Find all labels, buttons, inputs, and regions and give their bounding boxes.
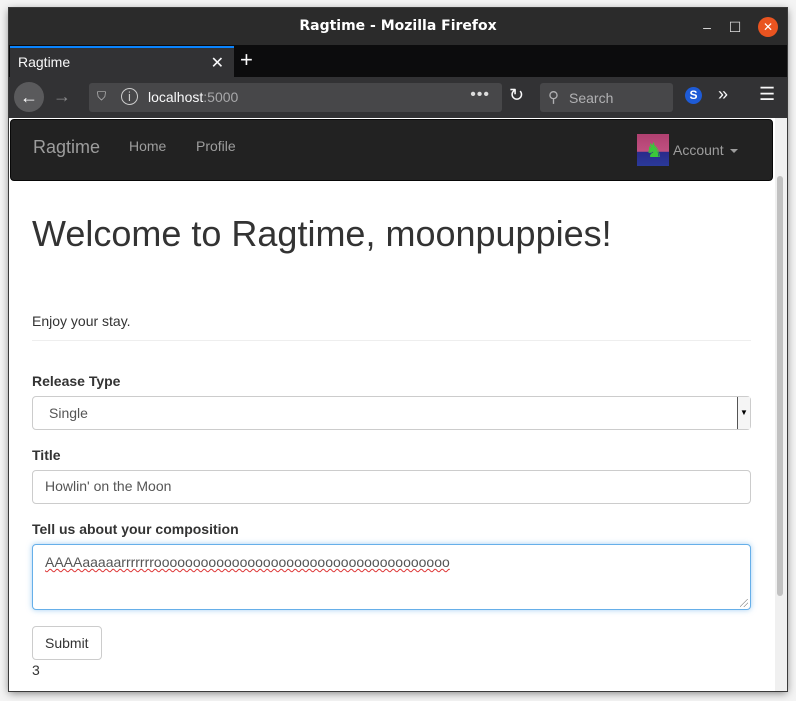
window-title: Ragtime - Mozilla Firefox [299,18,497,34]
composition-text: AAAAaaaaarrrrrrroooooooooooooooooooooooo… [45,554,450,570]
tab-ragtime[interactable]: Ragtime ✕ [10,46,234,77]
info-icon[interactable]: i [121,88,138,105]
browser-window: Ragtime - Mozilla Firefox – ☐ ✕ Ragtime … [9,8,787,691]
search-placeholder: Search [569,90,614,106]
forward-arrow-icon[interactable]: → [53,86,71,107]
release-type-select[interactable]: Single ▼ [32,396,751,430]
shield-icon[interactable]: ⛉ [97,89,106,104]
submit-button[interactable]: Submit [32,626,102,660]
title-input[interactable]: Howlin' on the Moon [32,470,751,504]
url-text[interactable]: localhost:5000 [148,89,238,105]
resize-handle-icon[interactable] [740,599,748,607]
new-tab-icon[interactable]: + [240,47,253,73]
nav-link-home[interactable]: Home [129,138,166,154]
close-tab-icon[interactable]: ✕ [211,53,224,73]
tab-bar: Ragtime ✕ + [9,45,787,77]
hamburger-menu-icon[interactable]: ☰ [759,84,775,105]
maximize-icon[interactable]: ☐ [725,17,745,37]
avatar[interactable]: ♞ [637,134,669,166]
tab-label: Ragtime [18,54,71,70]
close-window-icon[interactable]: ✕ [758,17,778,37]
account-dropdown[interactable]: Account [673,142,738,158]
more-dots-icon[interactable]: ••• [470,86,490,104]
composition-textarea[interactable]: AAAAaaaaarrrrrrroooooooooooooooooooooooo… [32,544,751,610]
count-text: 3 [32,662,40,678]
caret-down-icon [729,149,738,154]
search-icon: ⚲ [548,89,559,106]
release-type-label: Release Type [32,373,121,389]
search-input[interactable]: ⚲ Search [540,83,673,112]
navbar-brand[interactable]: Ragtime [33,137,100,158]
dropdown-arrow-icon[interactable]: ▼ [737,397,750,429]
minimize-icon[interactable]: – [697,17,717,37]
app-navbar: Ragtime Home Profile ♞ Account [10,119,773,181]
release-type-value: Single [49,405,88,421]
nav-link-profile[interactable]: Profile [196,138,236,154]
page-title: Welcome to Ragtime, moonpuppies! [32,213,612,254]
welcome-text: Enjoy your stay. [32,313,131,329]
composition-label: Tell us about your composition [32,521,239,537]
title-bar: Ragtime - Mozilla Firefox – ☐ ✕ [9,8,787,45]
overflow-chevron-icon[interactable]: » [718,84,728,105]
back-arrow-icon[interactable]: ← [14,82,44,112]
url-bar[interactable]: ⛉ i localhost:5000 ••• [89,83,502,112]
extension-s-icon[interactable]: S [685,87,702,104]
browser-toolbar: ← → ⛉ i localhost:5000 ••• ↻ ⚲ Search S … [9,77,787,118]
reload-icon[interactable]: ↻ [509,85,524,106]
title-label: Title [32,447,61,463]
scrollbar-thumb[interactable] [777,176,783,596]
page-viewport: Ragtime Home Profile ♞ Account Welcome t… [9,118,787,691]
avatar-figure-icon: ♞ [645,140,663,162]
divider [32,340,751,341]
